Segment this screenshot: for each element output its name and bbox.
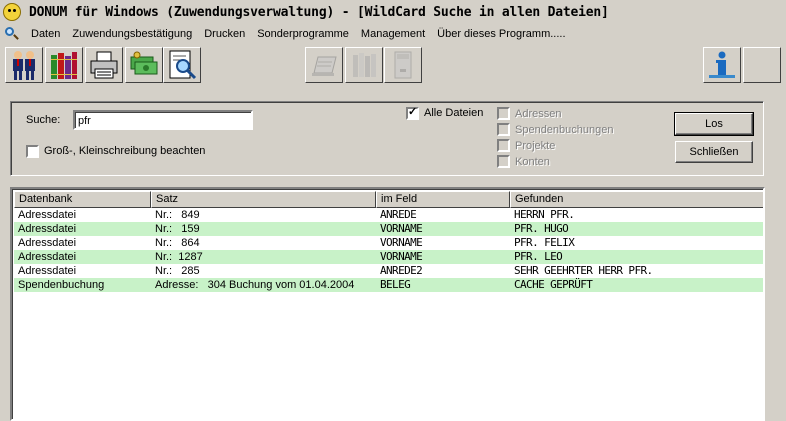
- addresses-checkbox[interactable]: [497, 107, 510, 120]
- cell-gefunden: PFR. LEO: [514, 250, 563, 263]
- cell-satz: Nr.: 285: [155, 265, 200, 277]
- document-search-icon[interactable]: [3, 26, 19, 42]
- all-files-label: Alle Dateien: [424, 107, 484, 119]
- cell-satz: Nr.: 849: [155, 209, 200, 221]
- cell-db: Adressdatei: [18, 209, 77, 221]
- title-bar: DONUM für Windows (Zuwendungsverwaltung)…: [0, 0, 786, 24]
- go-button[interactable]: Los: [674, 112, 754, 136]
- cell-satz: Nr.: 1287: [155, 251, 203, 263]
- print-button[interactable]: [85, 47, 123, 83]
- close-button[interactable]: Schließen: [675, 141, 753, 163]
- menu-sonderprogramme[interactable]: Sonderprogramme: [251, 28, 355, 40]
- cell-feld: BELEG: [380, 278, 411, 291]
- table-row[interactable]: Adressdatei Nr.: 159 VORNAME PFR. HUGO: [14, 222, 763, 236]
- table-row[interactable]: Adressdatei Nr.: 864 VORNAME PFR. FELIX: [14, 236, 763, 250]
- cell-db: Adressdatei: [18, 265, 77, 277]
- search-label: Suche:: [26, 114, 61, 126]
- toolbar: [0, 45, 786, 85]
- donations-checkbox[interactable]: [497, 123, 510, 136]
- printer-icon: [90, 51, 118, 79]
- accounts-option-label: Konten: [515, 156, 550, 168]
- document-button[interactable]: [305, 47, 343, 83]
- cell-satz: Nr.: 159: [155, 223, 200, 235]
- cell-gefunden: CACHE GEPRÜFT: [514, 278, 593, 291]
- cell-feld: VORNAME: [380, 236, 423, 249]
- table-row[interactable]: Adressdatei Nr.: 1287 VORNAME PFR. LEO: [14, 250, 763, 264]
- cell-feld: ANREDE2: [380, 264, 423, 277]
- results-list[interactable]: Datenbank Satz im Feld Gefunden Adressda…: [10, 187, 765, 421]
- calculator-button[interactable]: [384, 47, 422, 83]
- cell-db: Adressdatei: [18, 223, 77, 235]
- table-row[interactable]: Adressdatei Nr.: 285 ANREDE2 SEHR GEEHRT…: [14, 264, 763, 278]
- projects-option-label: Projekte: [515, 140, 556, 152]
- addresses-option-label: Adressen: [515, 108, 562, 120]
- accounts-checkbox[interactable]: [497, 155, 510, 168]
- cell-satz: Nr.: 864: [155, 237, 200, 249]
- cell-feld: ANREDE: [380, 208, 417, 221]
- menu-management[interactable]: Management: [355, 28, 431, 40]
- books-disabled-icon: [353, 53, 376, 77]
- blank-toolbar-button[interactable]: [743, 47, 781, 83]
- table-row[interactable]: Adressdatei Nr.: 849 ANREDE HERRN PFR.: [14, 208, 763, 222]
- cell-db: Spendenbuchung: [18, 279, 105, 291]
- menu-daten[interactable]: Daten: [25, 28, 66, 40]
- addresses-button[interactable]: [5, 47, 43, 83]
- calculator-icon: [394, 51, 412, 79]
- case-sensitive-label: Groß-, Kleinschreibung beachten: [44, 145, 206, 157]
- case-sensitive-checkbox[interactable]: [26, 145, 39, 158]
- menu-drucken[interactable]: Drucken: [198, 28, 251, 40]
- info-button[interactable]: [703, 47, 741, 83]
- money-icon: [130, 51, 158, 75]
- cell-gefunden: PFR. FELIX: [514, 236, 575, 249]
- cell-feld: VORNAME: [380, 222, 423, 235]
- column-im-feld[interactable]: im Feld: [376, 191, 510, 208]
- cell-db: Adressdatei: [18, 251, 77, 263]
- books-button[interactable]: [45, 47, 83, 83]
- menu-ueber[interactable]: Über dieses Programm.....: [431, 28, 571, 40]
- column-gefunden[interactable]: Gefunden: [510, 191, 763, 208]
- books-icon: [51, 52, 77, 79]
- search-document-icon: [169, 50, 197, 80]
- window-title: DONUM für Windows (Zuwendungsverwaltung)…: [29, 4, 609, 20]
- all-files-checkbox[interactable]: ✓: [406, 106, 419, 120]
- donations-option-label: Spendenbuchungen: [515, 124, 614, 136]
- cell-satz: Adresse: 304 Buchung vom 01.04.2004: [155, 279, 355, 291]
- menu-zuwendungsbestaetigung[interactable]: Zuwendungsbestätigung: [66, 28, 198, 40]
- cell-db: Adressdatei: [18, 237, 77, 249]
- document-icon: [312, 56, 337, 76]
- search-input[interactable]: pfr: [73, 110, 253, 130]
- info-icon: [709, 51, 735, 78]
- donations-button[interactable]: [125, 47, 163, 83]
- app-smiley-icon[interactable]: [3, 3, 21, 21]
- archive-button[interactable]: [345, 47, 383, 83]
- projects-checkbox[interactable]: [497, 139, 510, 152]
- results-rows: Adressdatei Nr.: 849 ANREDE HERRN PFR. A…: [14, 208, 763, 292]
- people-icon: [13, 51, 35, 80]
- cell-gefunden: SEHR GEEHRTER HERR PFR.: [514, 264, 653, 277]
- menu-bar: Daten Zuwendungsbestätigung Drucken Sond…: [0, 25, 786, 43]
- wildcard-search-button[interactable]: [163, 47, 201, 83]
- results-header: Datenbank Satz im Feld Gefunden: [14, 191, 763, 208]
- column-datenbank[interactable]: Datenbank: [14, 191, 151, 208]
- cell-gefunden: PFR. HUGO: [514, 222, 569, 235]
- cell-feld: VORNAME: [380, 250, 423, 263]
- table-row[interactable]: Spendenbuchung Adresse: 304 Buchung vom …: [14, 278, 763, 292]
- cell-gefunden: HERRN PFR.: [514, 208, 575, 221]
- column-satz[interactable]: Satz: [151, 191, 376, 208]
